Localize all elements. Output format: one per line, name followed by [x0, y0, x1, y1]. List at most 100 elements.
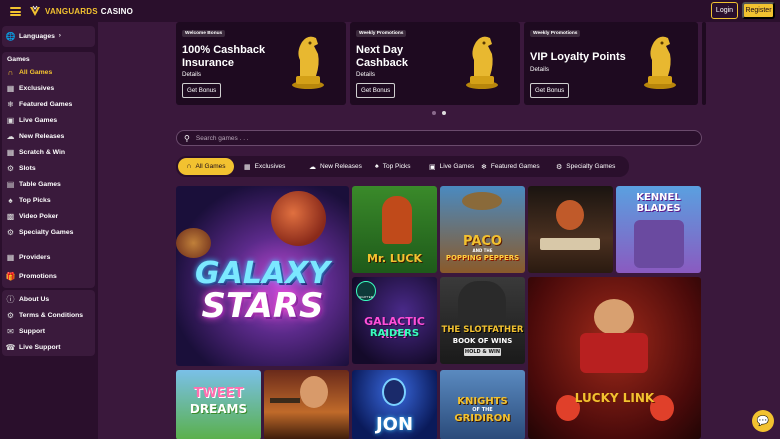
login-button[interactable]: Login	[711, 2, 738, 19]
promo-card[interactable]: Welcome Bonus 100% Cashback Insurance Det…	[176, 22, 346, 105]
sidebar-item-label: Slots	[19, 164, 36, 172]
sidebar-item-specialty-games[interactable]: ⚙ Specialty Games	[6, 226, 74, 238]
sidebar-item-label: Live Games	[19, 116, 58, 124]
game-title: TWEET	[193, 386, 244, 401]
game-tile-lucky-link[interactable]: LUCKY LINK	[528, 277, 701, 439]
tab-label: Featured Games	[490, 163, 540, 170]
new-icon: ☁	[6, 131, 15, 141]
main-content: Welcome Bonus 100% Cashback Insurance Det…	[98, 22, 780, 439]
game-tile-mystery[interactable]	[528, 186, 613, 273]
register-button[interactable]: Register	[742, 2, 775, 19]
tab-specialty-games[interactable]: ⚙ Specialty Games	[550, 158, 621, 175]
sidebar-item-label: Table Games	[19, 180, 61, 188]
carousel-dot-active[interactable]	[442, 111, 446, 115]
gift-icon: 🎁	[5, 271, 16, 281]
sidebar-item-scratch-win[interactable]: ▦ Scratch & Win	[6, 146, 65, 158]
cards-icon: ▦	[244, 163, 251, 171]
carousel-dots	[432, 111, 446, 115]
links-group: ▦ Providers 🎁 Promotions	[2, 248, 95, 288]
brand-logo[interactable]: VANGUARDS CASINO	[28, 4, 133, 18]
live-icon: ▣	[6, 115, 15, 125]
sidebar-item-live-games[interactable]: ▣ Live Games	[6, 114, 57, 126]
sidebar-item-all-games[interactable]: ∩ All Games	[6, 66, 53, 78]
game-title: PACO	[463, 234, 502, 249]
sidebar-item-table-games[interactable]: ▤ Table Games	[6, 178, 61, 190]
sidebar-item-new-releases[interactable]: ☁ New Releases	[6, 130, 65, 142]
game-tile-paco[interactable]: PACO AND THE POPPING PEPPERS	[440, 186, 525, 273]
game-tile-jon[interactable]: JON	[352, 370, 437, 439]
sidebar-item-terms[interactable]: ⚙ Terms & Conditions	[6, 309, 83, 321]
video-poker-icon: ▩	[6, 211, 15, 221]
cards-icon: ▦	[6, 83, 15, 93]
tab-label: New Releases	[320, 163, 362, 170]
tab-live-games[interactable]: ▣ Live Games	[423, 158, 480, 175]
get-bonus-button[interactable]: Get Bonus	[530, 83, 570, 98]
tab-top-picks[interactable]: ♠ Top Picks	[369, 158, 417, 175]
tab-exclusives[interactable]: ▦ Exclusives	[238, 158, 291, 175]
sidebar-item-live-support[interactable]: ☎ Live Support	[6, 341, 61, 353]
tab-label: Exclusives	[254, 163, 286, 170]
game-subtitle: AND THE	[472, 248, 493, 253]
get-bonus-button[interactable]: Get Bonus	[182, 83, 222, 98]
languages-group: 🌐 Languages ›	[2, 26, 95, 47]
tab-label: Live Games	[439, 163, 475, 170]
game-title: THE SLOTFATHER	[441, 325, 524, 335]
sidebar-item-featured-games[interactable]: ❄ Featured Games	[6, 98, 72, 110]
game-subtitle: BOOK OF WINS	[452, 337, 513, 345]
languages-selector[interactable]: 🌐 Languages ›	[6, 30, 61, 42]
sidebar-item-label: Exclusives	[19, 84, 55, 92]
new-icon: ☁	[309, 163, 316, 171]
game-tile-galactic-rift[interactable]: SCATTER GALACTIC RIFT RAIDERS	[352, 277, 437, 364]
menu-icon[interactable]	[10, 7, 21, 16]
sidebar-item-top-picks[interactable]: ♠ Top Picks	[6, 194, 50, 206]
promo-card[interactable]: Weekly Promotions VIP Loyalty Points Det…	[524, 22, 698, 105]
sidebar-item-label: Support	[19, 327, 46, 335]
sidebar-item-label: Promotions	[19, 272, 57, 280]
game-title: JON	[375, 414, 414, 435]
tab-label: Top Picks	[382, 163, 411, 170]
game-tile-galaxy-stars[interactable]: GALAXY STARS	[176, 186, 349, 366]
game-tile-kennel-blades[interactable]: KENNEL BLADES	[616, 186, 701, 273]
sidebar-item-video-poker[interactable]: ▩ Video Poker	[6, 210, 58, 222]
sidebar-item-label: New Releases	[19, 132, 65, 140]
game-title: LUCKY LINK	[574, 391, 655, 405]
brand-suffix: CASINO	[100, 6, 134, 16]
search-bar: ⚲	[176, 130, 702, 146]
game-title: DREAMS	[189, 402, 248, 416]
game-tile-mr-luck[interactable]: Mr. LUCK	[352, 186, 437, 273]
promo-details-link[interactable]: Details	[530, 66, 549, 73]
promo-tag: Weekly Promotions	[530, 30, 581, 37]
get-bonus-button[interactable]: Get Bonus	[356, 83, 396, 98]
sidebar-item-label: Video Poker	[19, 212, 59, 220]
support-icon: ✉	[7, 326, 14, 336]
sidebar-item-providers[interactable]: ▦ Providers	[6, 251, 51, 263]
game-tile-tweet-dreams[interactable]: TWEET DREAMS	[176, 370, 261, 439]
sidebar-item-about-us[interactable]: ⓘ About Us	[6, 293, 50, 305]
sidebar-item-promotions[interactable]: 🎁 Promotions	[6, 270, 57, 282]
live-icon: ▣	[429, 163, 436, 171]
sidebar-item-slots[interactable]: ⚙ Slots	[6, 162, 36, 174]
promo-details-link[interactable]: Details	[356, 71, 375, 78]
search-input[interactable]	[195, 134, 676, 142]
tab-all-games[interactable]: ∩ All Games	[178, 158, 234, 175]
brand-logo-icon	[30, 5, 40, 16]
chess-knight-icon	[292, 36, 324, 89]
promo-title: 100% Cashback Insurance	[182, 44, 266, 69]
sidebar-item-support[interactable]: ✉ Support	[6, 325, 45, 337]
tab-featured-games[interactable]: ❄ Featured Games	[475, 158, 546, 175]
carousel-dot[interactable]	[432, 111, 436, 115]
gun-art	[270, 398, 300, 403]
sidebar-item-label: Specialty Games	[19, 228, 74, 236]
promo-card[interactable]: Weekly Promotions Next Day Cashback Detai…	[350, 22, 520, 105]
terms-icon: ⚙	[6, 310, 15, 320]
character-art	[594, 299, 634, 335]
globe-icon: 🌐	[5, 31, 16, 41]
chat-button[interactable]: 💬	[752, 410, 774, 432]
tab-new-releases[interactable]: ☁ New Releases	[303, 158, 368, 175]
sidebar-item-exclusives[interactable]: ▦ Exclusives	[6, 82, 54, 94]
game-tile-slotfather[interactable]: THE SLOTFATHER BOOK OF WINS HOLD & WIN	[440, 277, 525, 364]
promo-details-link[interactable]: Details	[182, 71, 201, 78]
sidebar-item-label: Featured Games	[19, 100, 73, 108]
game-tile-knights[interactable]: KNIGHTS OF THE GRIDIRON	[440, 370, 525, 439]
game-tile-western[interactable]	[264, 370, 349, 439]
